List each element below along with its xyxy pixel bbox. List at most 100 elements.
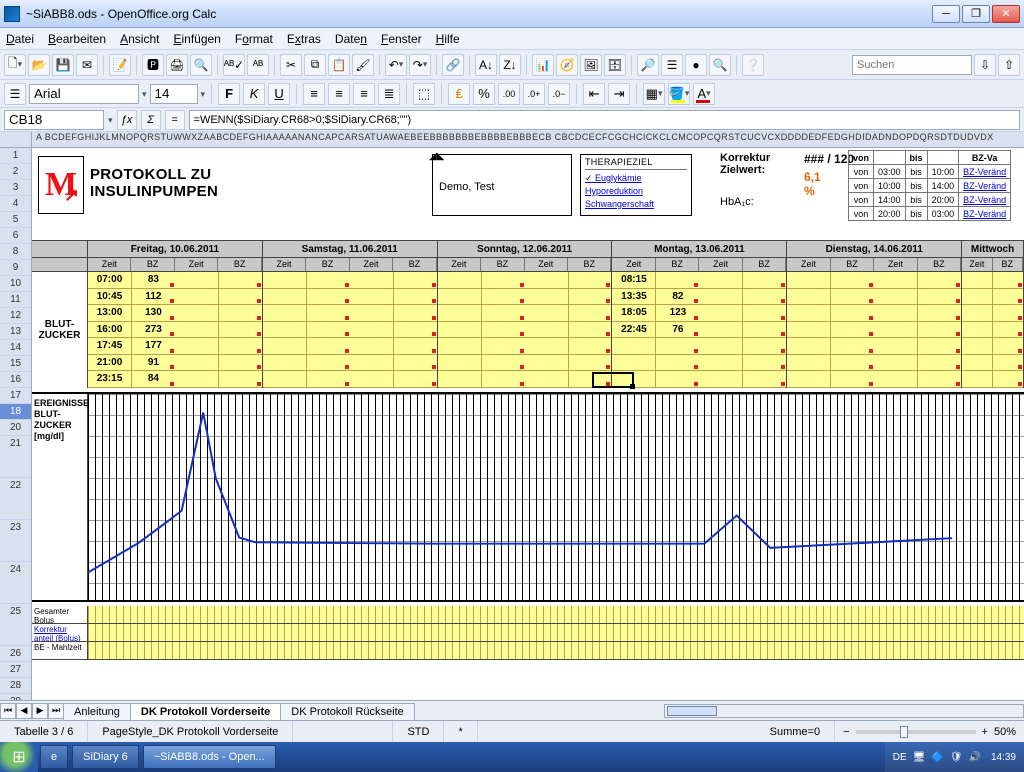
mail-button[interactable]: ✉ (76, 54, 98, 76)
patient-box: ◢◣ Demo, Test (432, 154, 572, 216)
font-size-input[interactable] (150, 84, 198, 104)
formula-input[interactable] (189, 110, 1020, 130)
tray-lang[interactable]: DE (893, 752, 907, 763)
headings-button[interactable]: ☰ (661, 54, 683, 76)
tray-volume-icon[interactable]: 🔊 (969, 752, 981, 763)
sheet-tab-anleitung[interactable]: Anleitung (63, 703, 131, 720)
status-pagestyle[interactable]: PageStyle_DK Protokoll Vorderseite (88, 721, 293, 742)
navigator-button[interactable]: 🧭 (556, 54, 578, 76)
currency-button[interactable]: ₤ (448, 83, 470, 105)
menu-fenster[interactable]: Fenster (381, 32, 422, 46)
print-button[interactable]: 🖨 (166, 54, 188, 76)
font-size-dropdown[interactable] (201, 88, 206, 100)
status-sum[interactable]: Summe=0 (756, 721, 835, 742)
menu-format[interactable]: Format (235, 32, 273, 46)
number-std-button[interactable]: .00 (498, 83, 520, 105)
underline-button[interactable]: U (268, 83, 290, 105)
open-button[interactable]: 📂 (28, 54, 50, 76)
dec-indent-button[interactable]: ⇤ (583, 83, 605, 105)
sum-button[interactable]: Σ (141, 110, 161, 130)
paste-button[interactable]: 📋 (328, 54, 350, 76)
align-justify-button[interactable]: ≣ (378, 83, 400, 105)
tab-last[interactable]: ⏭ (48, 703, 64, 719)
gallery-button[interactable]: 🖼 (580, 54, 602, 76)
undo-button[interactable]: ↶ (385, 54, 407, 76)
therapy-item-1[interactable]: Hyporeduktion (585, 185, 687, 198)
autospell-button[interactable]: ᴬᴮ (247, 54, 269, 76)
row-headers[interactable]: 1234568910111213141516171820212223242526… (0, 148, 32, 700)
menu-hilfe[interactable]: Hilfe (436, 32, 460, 46)
copy-button[interactable]: ⧉ (304, 54, 326, 76)
horizontal-scrollbar[interactable] (664, 704, 1024, 718)
menu-daten[interactable]: Daten (335, 32, 367, 46)
therapy-item-2[interactable]: Schwangerschaft (585, 198, 687, 211)
datasources-button[interactable]: 🗄 (604, 54, 626, 76)
find-replace-button[interactable]: 🔎 (637, 54, 659, 76)
tab-prev[interactable]: ◀ (16, 703, 32, 719)
name-box-dropdown[interactable] (108, 114, 113, 126)
align-center-button[interactable]: ≡ (328, 83, 350, 105)
sheet-tab-rueckseite[interactable]: DK Protokoll Rückseite (280, 703, 415, 720)
minimize-button[interactable]: ─ (932, 5, 960, 23)
column-headers[interactable]: A BCDEFGHIJKLMNOPQRSTUWWXZAABCDEFGHIAAAA… (0, 132, 1024, 148)
edit-doc-button[interactable]: 📝 (109, 54, 131, 76)
italic-button[interactable]: K (243, 83, 265, 105)
preview-button[interactable]: 🔍 (190, 54, 212, 76)
menu-datei[interactable]: Datei (6, 32, 34, 46)
quicklaunch-ie[interactable]: e (40, 745, 68, 769)
merge-cells-button[interactable]: ⬚ (413, 83, 435, 105)
tab-first[interactable]: ⏮ (0, 703, 16, 719)
save-button[interactable]: 💾 (52, 54, 74, 76)
format-paint-button[interactable]: 🖌 (352, 54, 374, 76)
menu-ansicht[interactable]: Ansicht (120, 32, 159, 46)
bold-button[interactable]: F (218, 83, 240, 105)
close-button[interactable]: ✕ (992, 5, 1020, 23)
find-toolbar-input[interactable] (852, 55, 972, 75)
inc-indent-button[interactable]: ⇥ (608, 83, 630, 105)
menu-einfuegen[interactable]: Einfügen (173, 32, 220, 46)
percent-button[interactable]: % (473, 83, 495, 105)
zoom-button[interactable]: 🔍 (709, 54, 731, 76)
menu-bearbeiten[interactable]: Bearbeiten (48, 32, 106, 46)
tray-clock[interactable]: 14:39 (991, 752, 1016, 763)
record-macro-button[interactable]: ● (685, 54, 707, 76)
taskbar-app-sidiary[interactable]: SiDiary 6 (72, 745, 139, 769)
styles-button[interactable]: ☰ (4, 83, 26, 105)
protocol-title: PROTOKOLL ZU INSULINPUMPEN (90, 166, 218, 200)
hyperlink-button[interactable]: 🔗 (442, 54, 464, 76)
maximize-button[interactable]: ❐ (962, 5, 990, 23)
sheet-tab-vorderseite[interactable]: DK Protokoll Vorderseite (130, 703, 281, 720)
borders-button[interactable]: ▦ (643, 83, 665, 105)
therapy-item-0[interactable]: Euglykämie (585, 172, 687, 185)
tray-icon[interactable]: 🔷 (931, 752, 943, 763)
sort-desc-button[interactable]: Z↓ (499, 54, 521, 76)
zoom-slider[interactable]: −+ 50% (835, 726, 1024, 738)
find-next-button[interactable]: ⇧ (998, 54, 1020, 76)
spellcheck-button[interactable]: ᴬᴮ✓ (223, 54, 245, 76)
chart-button[interactable]: 📊 (532, 54, 554, 76)
new-button[interactable]: 🗋 (4, 54, 26, 76)
export-pdf-button[interactable]: 🅿 (142, 54, 164, 76)
sort-asc-button[interactable]: A↓ (475, 54, 497, 76)
fontcolor-button[interactable]: A (693, 83, 715, 105)
help-button[interactable]: ❔ (742, 54, 764, 76)
align-right-button[interactable]: ≡ (353, 83, 375, 105)
font-name-dropdown[interactable] (142, 88, 147, 100)
bgcolor-button[interactable]: 🪣 (668, 83, 690, 105)
tray-icon[interactable]: 🛡 (950, 752, 963, 763)
del-decimal-button[interactable]: .0− (548, 83, 570, 105)
align-left-button[interactable]: ≡ (303, 83, 325, 105)
tray-icon[interactable]: 🖥 (913, 752, 926, 763)
taskbar-app-calc[interactable]: ~SiABB8.ods - Open... (143, 745, 276, 769)
menu-extras[interactable]: Extras (287, 32, 321, 46)
add-decimal-button[interactable]: .0+ (523, 83, 545, 105)
tab-next[interactable]: ▶ (32, 703, 48, 719)
function-wizard-button[interactable]: ƒx (117, 110, 137, 130)
cut-button[interactable]: ✂ (280, 54, 302, 76)
redo-button[interactable]: ↷ (409, 54, 431, 76)
font-name-input[interactable] (29, 84, 139, 104)
find-prev-button[interactable]: ⇩ (974, 54, 996, 76)
equals-button[interactable]: = (165, 110, 185, 130)
cell-canvas[interactable]: M PROTOKOLL ZU INSULINPUMPEN ◢◣ Demo, Te… (32, 148, 1024, 700)
name-box[interactable] (4, 110, 104, 130)
